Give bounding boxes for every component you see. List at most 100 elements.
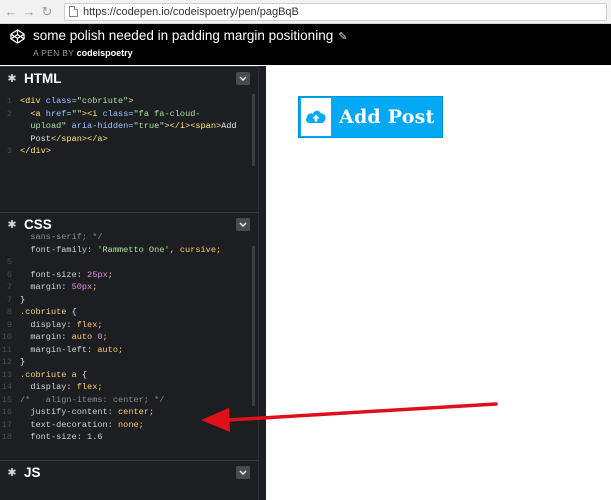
code-line[interactable]: 6 font-size: 25px; — [0, 269, 258, 282]
code-line[interactable]: 1 <div class="cobriute"> — [0, 95, 258, 108]
code-text: Post</span></a> — [20, 133, 107, 146]
code-text: display: flex; — [20, 319, 103, 332]
add-post-button[interactable]: Add Post — [298, 96, 443, 138]
code-token: display: — [20, 382, 77, 392]
line-number: 12 — [1, 357, 12, 367]
cloud-upload-icon — [301, 98, 331, 136]
reload-icon[interactable]: ↻ — [38, 3, 56, 21]
chevron-down-icon[interactable] — [236, 72, 250, 85]
css-editor-panel: ✱ CSS sans-serif; */ font-family: 'Ramme… — [0, 212, 258, 460]
code-token: auto — [71, 332, 98, 342]
line-number: 9 — [6, 319, 12, 330]
code-token: .cobriute a — [20, 369, 77, 380]
code-line[interactable]: 15 /* align-items: center; */ — [0, 394, 258, 407]
code-token: <a — [20, 108, 46, 119]
code-text: } — [20, 356, 25, 369]
line-number: 1 — [6, 96, 12, 106]
code-token: "cobriute" — [76, 96, 129, 106]
html-panel-title: HTML — [24, 71, 62, 86]
code-line[interactable]: 18 font-size: 1.6 — [0, 431, 258, 444]
css-scrollbar[interactable] — [252, 246, 255, 406]
line-number: 13 — [1, 369, 12, 380]
code-token: upload" — [20, 121, 67, 131]
pen-title[interactable]: some polish needed in padding margin pos… — [33, 28, 347, 43]
forward-arrow-icon[interactable]: → — [20, 3, 38, 21]
code-text: font-size: 1.6 — [20, 431, 102, 444]
code-line[interactable]: 7} — [0, 294, 258, 307]
code-token: ><i — [81, 108, 103, 119]
line-number: 11 — [1, 344, 12, 355]
editor-column: ✱ HTML 1 <div class="cobriute"> 2 <a href=… — [0, 66, 258, 500]
code-line[interactable]: 3 </div> — [0, 145, 258, 158]
line-number — [0, 133, 20, 146]
code-token: flex; — [76, 319, 103, 330]
code-token: > — [128, 96, 134, 106]
code-text: justify-content: center; — [20, 406, 154, 419]
chevron-down-icon[interactable] — [236, 466, 250, 479]
code-token: margin: — [20, 332, 72, 342]
code-line[interactable]: 2 <a href=""><i class="fa fa-cloud- — [0, 108, 258, 121]
add-post-label: Add Post — [339, 106, 435, 128]
chevron-down-icon[interactable] — [236, 218, 250, 231]
gear-icon[interactable]: ✱ — [6, 467, 18, 479]
code-text: font-family: 'Rammetto One', cursive; — [20, 244, 221, 257]
line-number: 10 — [1, 332, 12, 342]
code-line[interactable]: 7 margin: 50px; — [0, 281, 258, 294]
line-number: 2 — [6, 108, 12, 119]
code-token: sans-serif; */ — [20, 232, 103, 242]
code-token: href= — [45, 108, 72, 119]
code-line[interactable]: 9 display: flex; — [0, 319, 258, 332]
code-line[interactable]: 13 .cobriute a { — [0, 369, 258, 382]
code-line[interactable]: 14 display: flex; — [0, 381, 258, 394]
code-token: Post — [20, 133, 51, 144]
gear-icon[interactable]: ✱ — [6, 219, 18, 231]
code-line[interactable]: 17 text-decoration: none; — [0, 419, 258, 432]
line-number: 16 — [1, 407, 12, 417]
line-number: 7 — [6, 294, 12, 305]
address-bar[interactable]: https://codepen.io/codeispoetry/pen/pagB… — [64, 2, 607, 21]
line-number: 8 — [6, 307, 12, 317]
js-editor-panel: ✱ JS — [0, 460, 258, 500]
html-code-area[interactable]: 1 <div class="cobriute"> 2 <a href=""><i c… — [0, 90, 258, 158]
code-line[interactable]: upload" aria-hidden="true"></i><span>Add — [0, 120, 258, 133]
code-text: <div class="cobriute"> — [20, 95, 134, 108]
code-line[interactable]: Post</span></a> — [0, 133, 258, 146]
author-link[interactable]: codeispoetry — [77, 48, 133, 58]
code-text: .cobriute { — [20, 306, 77, 319]
code-token: font-size: — [20, 269, 88, 280]
code-token: text-decoration: — [20, 419, 118, 430]
code-token: flex; — [76, 382, 103, 392]
browser-toolbar: ← → ↻ https://codepen.io/codeispoetry/pe… — [0, 0, 611, 24]
gear-icon[interactable]: ✱ — [6, 73, 18, 85]
html-scrollbar[interactable] — [252, 94, 255, 166]
resize-handle[interactable] — [258, 66, 266, 500]
code-token: } — [20, 357, 26, 367]
code-token: </div> — [20, 146, 51, 156]
code-token: 50px — [71, 282, 93, 292]
css-code-area[interactable]: sans-serif; */ font-family: 'Rammetto On… — [0, 231, 258, 444]
code-token: font-family: — [20, 244, 98, 255]
js-panel-header: ✱ JS — [0, 460, 258, 484]
line-number — [0, 231, 20, 244]
code-line[interactable]: font-family: 'Rammetto One', cursive; — [0, 244, 258, 257]
code-text: <a href=""><i class="fa fa-cloud- — [20, 108, 201, 121]
code-token: "fa fa-cloud- — [133, 108, 201, 119]
code-line[interactable]: 12} — [0, 356, 258, 369]
code-line[interactable]: 10 margin: auto 0; — [0, 331, 258, 344]
pen-header: some polish needed in padding margin pos… — [0, 24, 611, 65]
pencil-icon[interactable]: ✎ — [338, 30, 347, 43]
code-line[interactable]: 8 .cobriute { — [0, 306, 258, 319]
code-text: text-decoration: none; — [20, 419, 143, 432]
code-line[interactable]: 5 — [0, 256, 258, 269]
js-panel-title: JS — [24, 465, 41, 480]
code-text: </div> — [20, 145, 51, 158]
code-token: { — [76, 369, 88, 380]
back-arrow-icon[interactable]: ← — [2, 3, 20, 21]
codepen-logo-icon[interactable] — [10, 29, 25, 44]
code-token: margin-left: — [20, 344, 98, 355]
code-line[interactable]: sans-serif; */ — [0, 231, 258, 244]
code-line[interactable]: 16 justify-content: center; — [0, 406, 258, 419]
code-token: display: — [20, 319, 77, 330]
code-line[interactable]: 11 margin-left: auto; — [0, 344, 258, 357]
line-number — [0, 120, 20, 133]
